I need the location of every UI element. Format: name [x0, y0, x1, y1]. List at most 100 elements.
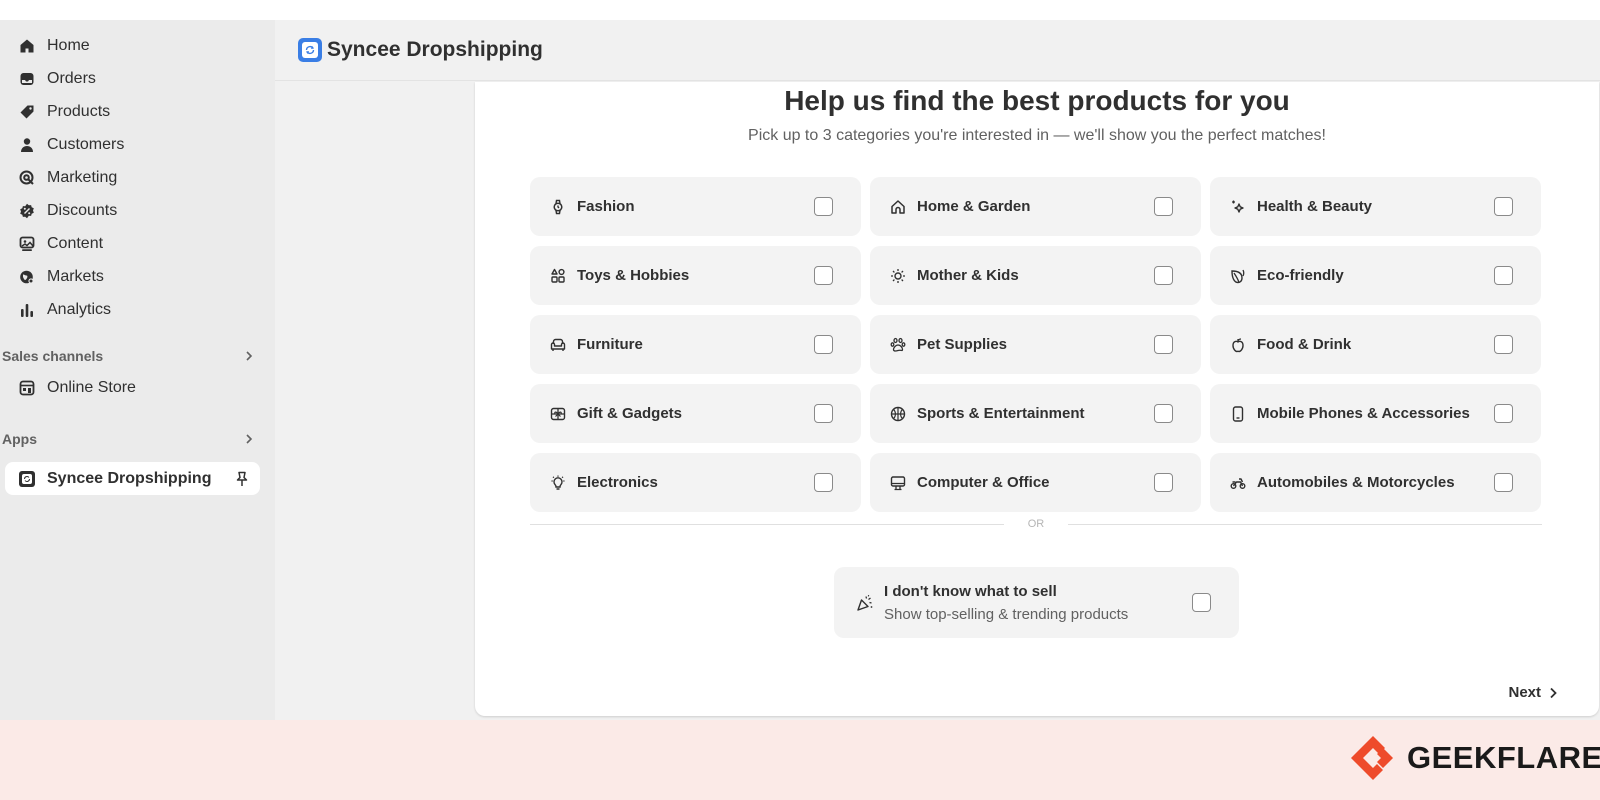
category-electronics[interactable]: Electronics: [530, 453, 861, 512]
category-label: Gift & Gadgets: [577, 405, 683, 422]
sidebar-item-analytics[interactable]: Analytics: [0, 293, 275, 326]
category-checkbox[interactable]: [1494, 266, 1513, 285]
category-home-garden[interactable]: Home & Garden: [870, 177, 1201, 236]
category-label: Automobiles & Motorcycles: [1257, 474, 1455, 491]
sidebar-item-syncee[interactable]: Syncee Dropshipping: [5, 462, 260, 495]
sun-icon: [890, 268, 906, 284]
category-furniture[interactable]: Furniture: [530, 315, 861, 374]
brand-name: GEEKFLARE: [1407, 740, 1600, 775]
category-computer-office[interactable]: Computer & Office: [870, 453, 1201, 512]
gift-icon: [550, 406, 566, 422]
sidebar-item-online-store[interactable]: Online Store: [0, 371, 275, 404]
store-icon: [18, 379, 36, 397]
category-checkbox[interactable]: [1154, 266, 1173, 285]
category-health-beauty[interactable]: Health & Beauty: [1210, 177, 1541, 236]
paw-icon: [890, 337, 906, 353]
sidebar-item-discounts[interactable]: Discounts: [0, 194, 275, 227]
monitor-icon: [890, 475, 906, 491]
dont-know-checkbox[interactable]: [1192, 593, 1211, 612]
sidebar-item-markets[interactable]: Markets: [0, 260, 275, 293]
home-icon: [18, 37, 36, 55]
app-header: Syncee Dropshipping: [275, 20, 1600, 81]
bulb-icon: [550, 475, 566, 491]
syncee-logo-icon: [298, 38, 322, 62]
category-food-drink[interactable]: Food & Drink: [1210, 315, 1541, 374]
target-icon: [18, 169, 36, 187]
category-label: Home & Garden: [917, 198, 1031, 215]
sidebar-item-home[interactable]: Home: [0, 29, 275, 62]
category-label: Furniture: [577, 336, 643, 353]
category-checkbox[interactable]: [814, 404, 833, 423]
category-checkbox[interactable]: [814, 473, 833, 492]
category-label: Eco-friendly: [1257, 267, 1344, 284]
category-pet-supplies[interactable]: Pet Supplies: [870, 315, 1201, 374]
category-automobiles[interactable]: Automobiles & Motorcycles: [1210, 453, 1541, 512]
next-button[interactable]: Next: [1508, 684, 1559, 701]
category-checkbox[interactable]: [1154, 335, 1173, 354]
pin-icon[interactable]: [234, 471, 250, 487]
category-checkbox[interactable]: [814, 266, 833, 285]
category-label: Fashion: [577, 198, 635, 215]
or-divider: OR: [530, 516, 1542, 532]
category-fashion[interactable]: Fashion: [530, 177, 861, 236]
sales-channels-label: Sales channels: [2, 348, 104, 364]
sidebar-item-label: Marketing: [47, 168, 118, 186]
leaf-icon: [1230, 268, 1246, 284]
dont-know-subtitle: Show top-selling & trending products: [884, 605, 1129, 623]
geekflare-watermark: GEEKFLARE: [1349, 734, 1600, 782]
syncee-app-icon: [18, 470, 36, 488]
image-icon: [18, 235, 36, 253]
tag-icon: [18, 103, 36, 121]
phone-icon: [1230, 405, 1246, 422]
page-title: Syncee Dropshipping: [327, 38, 543, 61]
main-area: Syncee Dropshipping Help us find the bes…: [275, 20, 1600, 720]
category-label: Food & Drink: [1257, 336, 1352, 353]
watch-icon: [550, 199, 566, 215]
category-checkbox[interactable]: [814, 335, 833, 354]
bar-chart-icon: [18, 301, 36, 319]
category-mobile-phones[interactable]: Mobile Phones & Accessories: [1210, 384, 1541, 443]
sidebar-item-content[interactable]: Content: [0, 227, 275, 260]
sidebar-item-orders[interactable]: Orders: [0, 62, 275, 95]
chevron-right-icon: [246, 434, 253, 444]
card-title: Help us find the best products for you: [784, 85, 1290, 116]
category-checkbox[interactable]: [1494, 473, 1513, 492]
geekflare-logo-icon: [1351, 736, 1393, 780]
category-sports-entertainment[interactable]: Sports & Entertainment: [870, 384, 1201, 443]
category-mother-kids[interactable]: Mother & Kids: [870, 246, 1201, 305]
category-checkbox[interactable]: [1494, 404, 1513, 423]
category-label: Computer & Office: [917, 474, 1050, 491]
dont-know-title: I don't know what to sell: [884, 582, 1057, 600]
sidebar-item-label: Markets: [47, 267, 104, 285]
category-toys-hobbies[interactable]: Toys & Hobbies: [530, 246, 861, 305]
category-checkbox[interactable]: [814, 197, 833, 216]
dont-know-option[interactable]: I don't know what to sell Show top-selli…: [834, 567, 1239, 638]
sidebar-item-customers[interactable]: Customers: [0, 128, 275, 161]
category-label: Health & Beauty: [1257, 198, 1373, 215]
sidebar-item-products[interactable]: Products: [0, 95, 275, 128]
apps-section[interactable]: Apps: [0, 424, 275, 454]
category-card: Help us find the best products for you P…: [475, 82, 1599, 716]
category-gift-gadgets[interactable]: Gift & Gadgets: [530, 384, 861, 443]
category-checkbox[interactable]: [1154, 404, 1173, 423]
house-icon: [890, 199, 906, 215]
chevron-right-icon: [246, 351, 253, 361]
sidebar-item-marketing[interactable]: Marketing: [0, 161, 275, 194]
shapes-icon: [550, 268, 566, 284]
sidebar-item-label: Home: [47, 36, 90, 54]
inbox-icon: [18, 70, 36, 88]
category-eco-friendly[interactable]: Eco-friendly: [1210, 246, 1541, 305]
sales-channels-section[interactable]: Sales channels: [0, 341, 275, 371]
next-label: Next: [1508, 684, 1541, 701]
chevron-right-icon: [1550, 687, 1557, 698]
category-checkbox[interactable]: [1154, 473, 1173, 492]
motorcycle-icon: [1230, 475, 1246, 491]
category-checkbox[interactable]: [1494, 197, 1513, 216]
sidebar-item-label: Analytics: [47, 300, 112, 318]
category-checkbox[interactable]: [1494, 335, 1513, 354]
sidebar-item-label: Content: [47, 234, 104, 252]
category-label: Sports & Entertainment: [917, 405, 1085, 422]
top-strip: [0, 0, 1600, 20]
category-checkbox[interactable]: [1154, 197, 1173, 216]
sidebar-item-label: Discounts: [47, 201, 118, 219]
